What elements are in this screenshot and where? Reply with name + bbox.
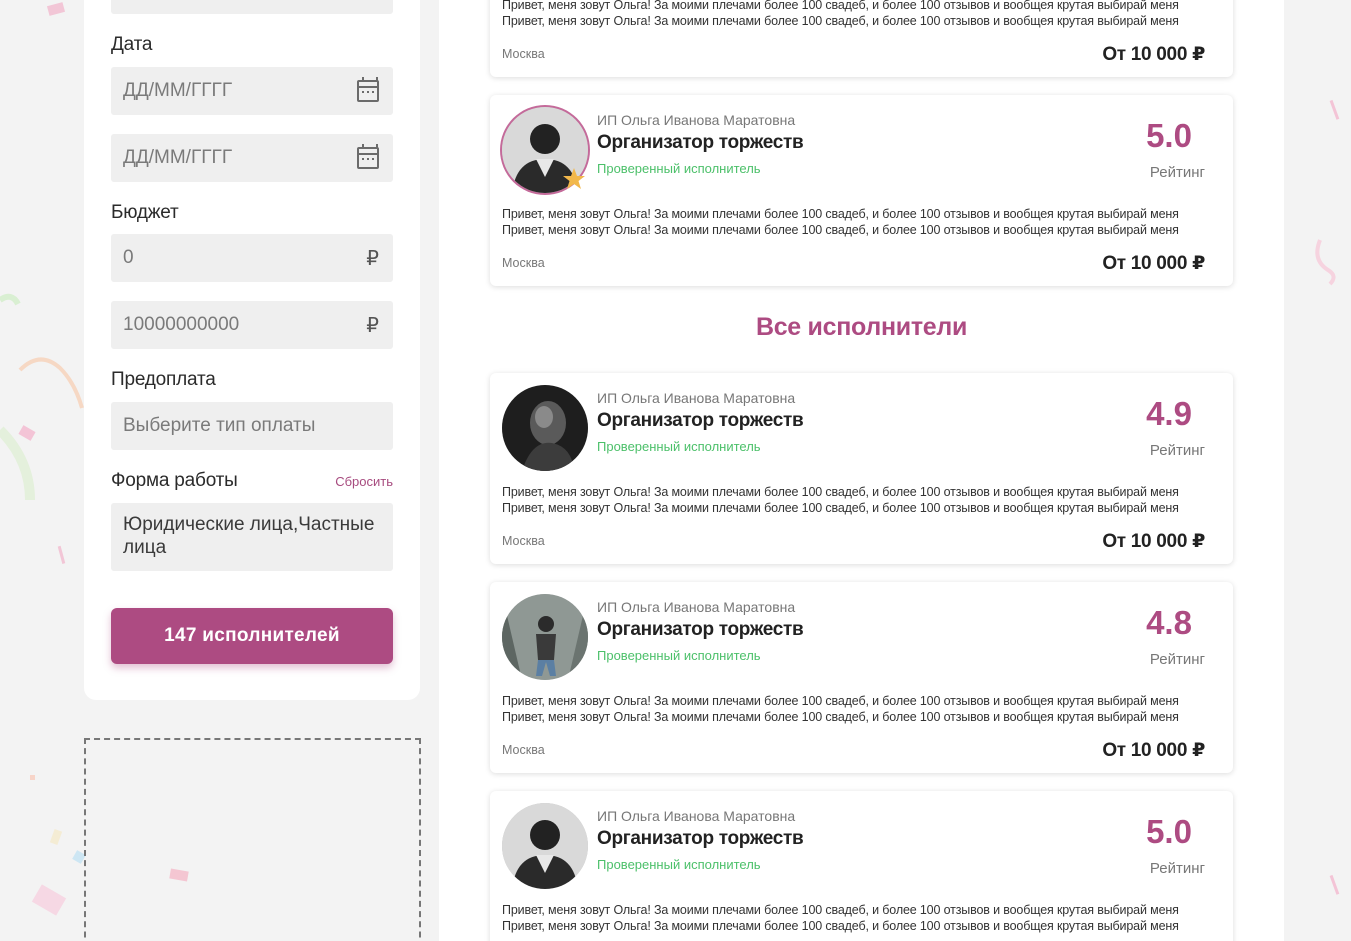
performer-card[interactable]: ИП Ольга Иванова Маратовна Организатор т… bbox=[490, 791, 1233, 941]
show-results-button[interactable]: 147 исполнителей bbox=[111, 608, 393, 664]
performers-list: Привет, меня зовут Ольга! За моими плеча… bbox=[439, 0, 1284, 941]
card-rating: 5.0 bbox=[1146, 117, 1192, 154]
avatar bbox=[502, 385, 588, 471]
budget-max-field[interactable]: 10000000000 ₽ bbox=[111, 301, 393, 349]
performer-card[interactable]: Привет, меня зовут Ольга! За моими плеча… bbox=[490, 0, 1233, 77]
avatar-image bbox=[502, 594, 588, 680]
card-company: ИП Ольга Иванова Маратовна bbox=[597, 112, 796, 128]
reset-link[interactable]: Сбросить bbox=[335, 474, 393, 489]
card-city: Москва bbox=[502, 534, 545, 548]
rating-label: Рейтинг bbox=[1149, 860, 1205, 877]
section-title: Все исполнители bbox=[755, 313, 968, 341]
ruble-icon: ₽ bbox=[366, 314, 379, 337]
card-company: ИП Ольга Иванова Маратовна bbox=[597, 599, 796, 615]
avatar bbox=[502, 594, 588, 680]
verified-badge: Проверенный исполнитель bbox=[597, 439, 761, 454]
date-from-placeholder: ДД/ММ/ГГГГ bbox=[123, 80, 233, 101]
ad-placeholder bbox=[84, 738, 421, 941]
date-to-field[interactable]: ДД/ММ/ГГГГ bbox=[111, 134, 393, 182]
calendar-icon[interactable] bbox=[357, 144, 379, 169]
budget-min-value: 0 bbox=[123, 247, 134, 268]
avatar-image bbox=[502, 803, 588, 889]
budget-label: Бюджет bbox=[111, 202, 179, 223]
card-description: Привет, меня зовут Ольга! За моими плеча… bbox=[502, 0, 1179, 28]
performer-card[interactable]: ИП Ольга Иванова Маратовна Организатор т… bbox=[490, 582, 1233, 773]
card-price: От 10 000 ₽ bbox=[1102, 740, 1205, 761]
card-title[interactable]: Организатор торжеств bbox=[597, 619, 804, 641]
work-form-select[interactable]: Юридические лица,Частные лица bbox=[111, 503, 393, 571]
budget-max-value: 10000000000 bbox=[123, 314, 240, 335]
card-rating: 4.8 bbox=[1146, 604, 1192, 641]
card-description: Привет, меня зовут Ольга! За моими плеча… bbox=[502, 207, 1179, 237]
date-from-field[interactable]: ДД/ММ/ГГГГ bbox=[111, 67, 393, 115]
avatar-image bbox=[502, 385, 588, 471]
card-company: ИП Ольга Иванова Маратовна bbox=[597, 390, 796, 406]
date-label: Дата bbox=[111, 34, 153, 55]
rating-label: Рейтинг bbox=[1149, 442, 1205, 459]
filter-panel: Дата ДД/ММ/ГГГГ ДД/ММ/ГГГГ Бюджет 0 ₽ 10… bbox=[84, 0, 420, 700]
card-title[interactable]: Организатор торжеств bbox=[597, 410, 804, 432]
card-title[interactable]: Организатор торжеств bbox=[597, 132, 804, 154]
avatar bbox=[502, 803, 588, 889]
rating-label: Рейтинг bbox=[1149, 164, 1205, 181]
card-city: Москва bbox=[502, 47, 545, 61]
card-rating: 4.9 bbox=[1146, 395, 1192, 432]
performer-card[interactable]: ИП Ольга Иванова Маратовна Организатор т… bbox=[490, 95, 1233, 286]
prepayment-label: Предоплата bbox=[111, 369, 216, 390]
calendar-icon[interactable] bbox=[357, 77, 379, 102]
card-price: От 10 000 ₽ bbox=[1102, 44, 1205, 65]
verified-badge: Проверенный исполнитель bbox=[597, 857, 761, 872]
rating-label: Рейтинг bbox=[1149, 651, 1205, 668]
work-form-value: Юридические лица,Частные лица bbox=[123, 514, 375, 558]
verified-badge: Проверенный исполнитель bbox=[597, 648, 761, 663]
budget-min-field[interactable]: 0 ₽ bbox=[111, 234, 393, 282]
card-price: От 10 000 ₽ bbox=[1102, 531, 1205, 552]
card-rating: 5.0 bbox=[1146, 813, 1192, 850]
card-description: Привет, меня зовут Ольга! За моими плеча… bbox=[502, 485, 1179, 515]
ruble-icon: ₽ bbox=[366, 247, 379, 270]
prepayment-select[interactable]: Выберите тип оплаты bbox=[111, 402, 393, 450]
card-city: Москва bbox=[502, 743, 545, 757]
card-company: ИП Ольга Иванова Маратовна bbox=[597, 808, 796, 824]
card-title[interactable]: Организатор торжеств bbox=[597, 828, 804, 850]
card-price: От 10 000 ₽ bbox=[1102, 253, 1205, 274]
verified-badge: Проверенный исполнитель bbox=[597, 161, 761, 176]
prepayment-placeholder: Выберите тип оплаты bbox=[123, 415, 316, 436]
city-field[interactable] bbox=[111, 0, 393, 14]
work-form-label: Форма работы bbox=[111, 470, 238, 491]
star-icon bbox=[563, 168, 585, 189]
date-to-placeholder: ДД/ММ/ГГГГ bbox=[123, 147, 233, 168]
card-description: Привет, меня зовут Ольга! За моими плеча… bbox=[502, 903, 1179, 933]
card-city: Москва bbox=[502, 256, 545, 270]
card-description: Привет, меня зовут Ольга! За моими плеча… bbox=[502, 694, 1179, 724]
performer-card[interactable]: ИП Ольга Иванова Маратовна Организатор т… bbox=[490, 373, 1233, 564]
